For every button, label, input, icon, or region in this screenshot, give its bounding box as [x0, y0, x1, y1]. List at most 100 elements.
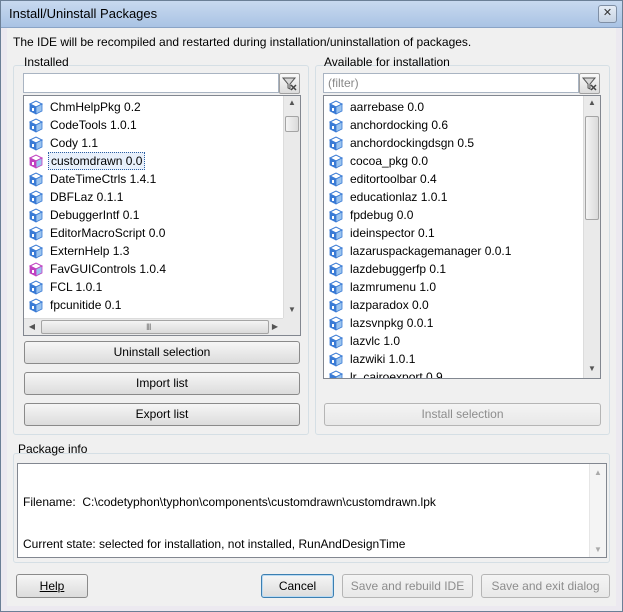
available-package-label: ideinspector 0.1 [350, 226, 435, 240]
available-package-label: lazwiki 1.0.1 [350, 352, 416, 366]
installed-package-label: fpcunitide 0.1 [50, 298, 122, 312]
install-selection-button[interactable]: Install selection [324, 403, 601, 426]
scroll-corner [283, 318, 300, 335]
package-info-memo[interactable]: Filename: C:\codetyphon\typhon\component… [17, 463, 607, 558]
available-package-label: lazparadox 0.0 [350, 298, 429, 312]
package-icon [328, 369, 344, 378]
package-filename: Filename: C:\codetyphon\typhon\component… [23, 495, 436, 509]
installed-package-label: FCL 1.0.1 [50, 280, 103, 294]
package-icon [28, 225, 44, 241]
available-package-label: editortoolbar 0.4 [350, 172, 437, 186]
available-package-label: lr_cairoexport 0.9 [350, 370, 443, 379]
available-filter-clear-button[interactable] [579, 73, 600, 94]
recompile-notice: The IDE will be recompiled and restarted… [13, 35, 472, 49]
close-button[interactable]: ✕ [598, 5, 617, 23]
available-package-label: lazvlc 1.0 [350, 334, 401, 348]
package-icon [328, 261, 344, 277]
package-icon [28, 279, 44, 295]
package-icon [328, 279, 344, 295]
package-icon [28, 117, 44, 133]
package-icon [328, 351, 344, 367]
import-list-button[interactable]: Import list [24, 372, 300, 395]
available-package-list[interactable]: aarrebase 0.0 anchordocking 0.6 anchordock… [323, 95, 601, 379]
package-icon [328, 99, 344, 115]
available-package-label: cocoa_pkg 0.0 [350, 154, 429, 168]
installed-package-label: EditorMacroScript 0.0 [50, 226, 166, 240]
package-icon [28, 189, 44, 205]
installed-horizontal-scrollbar[interactable]: ◀ III ▶ [24, 318, 283, 335]
package-icon [328, 315, 344, 331]
available-package-label: anchordocking 0.6 [350, 118, 449, 132]
scroll-down-icon[interactable]: ▼ [584, 364, 600, 373]
scroll-left-icon[interactable]: ◀ [27, 322, 37, 331]
installed-package-label: customdrawn 0.0 [48, 152, 146, 170]
title-bar[interactable]: Install/Uninstall Packages ✕ [1, 1, 622, 28]
available-vertical-scrollbar[interactable]: ▲ ▼ [583, 96, 600, 378]
package-icon [328, 153, 344, 169]
package-state: Current state: selected for installation… [23, 537, 406, 551]
scroll-up-icon[interactable]: ▲ [584, 98, 600, 107]
package-icon [328, 117, 344, 133]
installed-vertical-scrollbar[interactable]: ▲ ▼ [283, 96, 300, 318]
scroll-up-icon[interactable]: ▲ [590, 466, 606, 480]
info-vertical-scrollbar[interactable]: ▲ ▼ [589, 464, 606, 557]
installed-hscroll-thumb[interactable]: III [41, 320, 269, 334]
package-icon [328, 225, 344, 241]
filter-clear-icon [281, 77, 297, 91]
available-package-label: lazmrumenu 1.0 [350, 280, 437, 294]
help-button[interactable]: Help [16, 574, 88, 598]
installed-package-label: ChmHelpPkg 0.2 [50, 100, 141, 114]
available-label: Available for installation [324, 55, 450, 69]
available-package-label: educationlaz 1.0.1 [350, 190, 448, 204]
installed-package-label: DBFLaz 0.1.1 [50, 190, 124, 204]
installed-filter-clear-button[interactable] [279, 73, 300, 94]
package-icon [28, 135, 44, 151]
uninstall-selection-button[interactable]: Uninstall selection [24, 341, 300, 364]
window-title: Install/Uninstall Packages [9, 6, 158, 21]
installed-package-label: Cody 1.1 [50, 136, 99, 150]
scroll-grip: III [146, 322, 151, 332]
scroll-down-icon[interactable]: ▼ [590, 543, 606, 557]
installed-package-label: CodeTools 1.0.1 [50, 118, 137, 132]
available-filter-input[interactable]: (filter) [323, 73, 579, 93]
available-package-label: lazaruspackagemanager 0.0.1 [350, 244, 512, 258]
installed-package-label: DebuggerIntf 0.1 [50, 208, 140, 222]
package-new-icon [28, 153, 44, 169]
save-and-exit-button[interactable]: Save and exit dialog [481, 574, 610, 598]
cancel-button[interactable]: Cancel [261, 574, 334, 598]
installed-package-label: DateTimeCtrls 1.4.1 [50, 172, 157, 186]
package-icon [328, 297, 344, 313]
install-packages-window: Install/Uninstall Packages ✕ The IDE wil… [0, 0, 623, 612]
package-icon [328, 333, 344, 349]
installed-label: Installed [24, 55, 69, 69]
package-icon [328, 189, 344, 205]
package-icon [28, 297, 44, 313]
available-package-label: lazdebuggerfp 0.1 [350, 262, 447, 276]
available-package-label: aarrebase 0.0 [350, 100, 425, 114]
help-button-label: Help [39, 579, 65, 593]
available-package-label: lazsvnpkg 0.0.1 [350, 316, 434, 330]
save-and-rebuild-button[interactable]: Save and rebuild IDE [342, 574, 473, 598]
filter-clear-icon [581, 77, 597, 91]
package-icon [28, 207, 44, 223]
package-icon [328, 135, 344, 151]
scroll-down-icon[interactable]: ▼ [284, 305, 300, 314]
installed-scroll-thumb[interactable] [285, 116, 299, 132]
package-icon [328, 243, 344, 259]
available-package-label: fpdebug 0.0 [350, 208, 414, 222]
installed-package-label: FavGUIControls 1.0.4 [50, 262, 167, 276]
dialog-body: The IDE will be recompiled and restarted… [7, 28, 616, 606]
package-icon [28, 171, 44, 187]
package-info-label: Package info [18, 442, 88, 456]
package-icon [328, 171, 344, 187]
scroll-right-icon[interactable]: ▶ [270, 322, 280, 331]
export-list-button[interactable]: Export list [24, 403, 300, 426]
installed-package-list[interactable]: ChmHelpPkg 0.2 CodeTools 1.0.1 Cody 1.1 cus… [23, 95, 301, 336]
scroll-up-icon[interactable]: ▲ [284, 98, 300, 107]
available-scroll-thumb[interactable] [585, 116, 599, 220]
installed-filter-input[interactable] [23, 73, 279, 93]
package-icon [328, 207, 344, 223]
package-icon [28, 243, 44, 259]
installed-package-label: ExternHelp 1.3 [50, 244, 130, 258]
package-new-icon [28, 261, 44, 277]
